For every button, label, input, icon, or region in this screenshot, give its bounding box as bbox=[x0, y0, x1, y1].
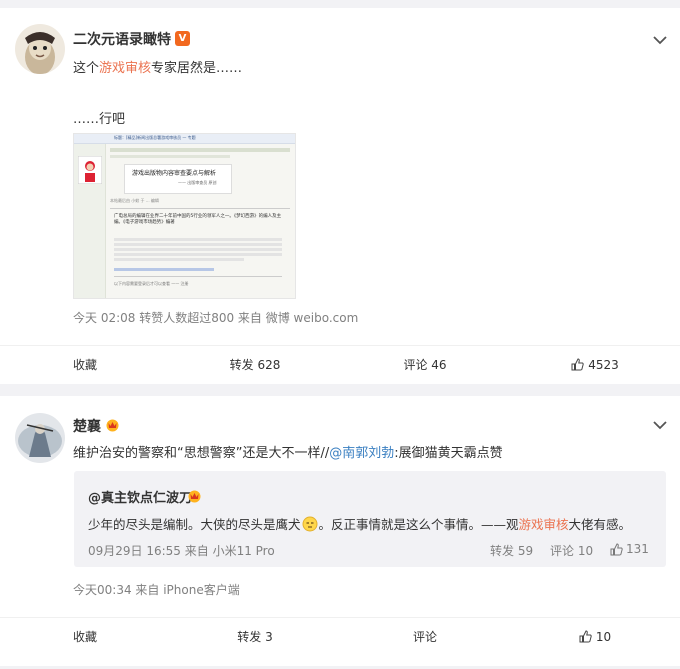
collect-button[interactable]: 收藏 bbox=[0, 618, 170, 655]
username[interactable]: 二次元语录瞰特 bbox=[73, 29, 171, 49]
repost-button[interactable]: 转发 3 bbox=[170, 618, 340, 655]
chevron-down-icon[interactable] bbox=[653, 420, 667, 430]
topic-link[interactable]: 游戏审核 bbox=[99, 61, 151, 76]
post-text-line2: ……行吧 bbox=[73, 112, 126, 127]
post-text-line1: 这个游戏审核专家居然是…… bbox=[73, 61, 243, 76]
weibo-post-2: 楚襄 维护治安的警察和“思想警察”还是大不一样//@南郭刘勃:展御猫黄天霸点赞 … bbox=[0, 396, 680, 666]
weibo-post-1: 二次元语录瞰特 V 这个游戏审核专家居然是…… ……行吧 标题：[精品]新闻出版… bbox=[0, 8, 680, 384]
repost-like-count: 131 bbox=[626, 542, 649, 556]
repost-username[interactable]: @真主钦点仁波刀 bbox=[88, 487, 192, 506]
comment-label: 评论 46 bbox=[403, 358, 447, 372]
crown-icon bbox=[106, 419, 119, 432]
emoji-icon bbox=[302, 516, 318, 532]
user-figure-icon bbox=[78, 156, 102, 184]
like-count: 10 bbox=[595, 629, 612, 644]
post-meta: 今天 02:08 转赞人数超过800 来自 微博 weibo.com bbox=[73, 311, 359, 325]
thumb-bullet: 广电总局的编辑在业界二十年前中国的5行业的领军人之一。《梦幻西游》的编人及主编。… bbox=[114, 214, 282, 225]
like-button[interactable]: 10 bbox=[510, 618, 680, 655]
comment-button[interactable]: 评论 46 bbox=[340, 346, 510, 383]
collect-label: 收藏 bbox=[72, 358, 97, 372]
like-button[interactable]: 4523 bbox=[510, 346, 680, 383]
crown-icon bbox=[188, 490, 201, 503]
repost-button[interactable]: 转发 628 bbox=[170, 346, 340, 383]
comment-button[interactable]: 评论 bbox=[340, 618, 510, 655]
thumb-footer: 以下内容需要登录后才可以查看 —— 注册 bbox=[114, 281, 189, 286]
post-text: 维护治安的警察和“思想警察”还是大不一样//@南郭刘勃:展御猫黄天霸点赞 bbox=[73, 446, 503, 461]
like-icon bbox=[571, 358, 584, 371]
collect-button[interactable]: 收藏 bbox=[0, 346, 170, 383]
avatar[interactable] bbox=[15, 24, 65, 74]
repost-repost-count[interactable]: 转发 59 bbox=[490, 542, 533, 559]
topic-link[interactable]: 游戏审核 bbox=[519, 517, 569, 532]
mention-link[interactable]: @南郭刘勃 bbox=[329, 446, 394, 461]
like-icon[interactable] bbox=[610, 543, 623, 556]
like-icon bbox=[579, 630, 592, 643]
thumb-line-a: 本帖最后由 小蚊 于 ... 编辑 bbox=[110, 198, 159, 203]
action-bar: 收藏 转发 3 评论 10 bbox=[0, 617, 680, 655]
collect-label: 收藏 bbox=[72, 630, 97, 644]
thumb-subtitle: —— 出版审查员 原创 bbox=[178, 180, 217, 185]
comment-label: 评论 bbox=[412, 630, 437, 644]
action-bar: 收藏 转发 628 评论 46 4523 bbox=[0, 345, 680, 383]
repost-label: 转发 628 bbox=[229, 358, 281, 372]
username[interactable]: 楚襄 bbox=[73, 416, 101, 436]
repost-comment-count[interactable]: 评论 10 bbox=[550, 542, 593, 559]
repost-label: 转发 3 bbox=[237, 630, 273, 644]
thumb-header: 标题：[精品]新闻出版总署游戏审核员 — 专题 bbox=[114, 135, 196, 140]
avatar[interactable] bbox=[15, 413, 65, 463]
chevron-down-icon[interactable] bbox=[653, 35, 667, 45]
post-image[interactable]: 标题：[精品]新闻出版总署游戏审核员 — 专题 游戏出版物内容审查要点与解析 —… bbox=[73, 133, 296, 299]
reposted-post[interactable]: @真主钦点仁波刀 少年的尽头是编制。大侠的尽头是鹰犬 。反正事情就是这么个事情。… bbox=[74, 471, 666, 567]
like-count: 4523 bbox=[588, 357, 619, 372]
repost-meta: 09月29日 16:55 来自 小米11 Pro bbox=[88, 544, 275, 558]
repost-text: 少年的尽头是编制。大侠的尽头是鹰犬 。反正事情就是这么个事情。——观游戏审核大佬… bbox=[88, 516, 632, 532]
post-meta: 今天00:34 来自 iPhone客户端 bbox=[73, 583, 240, 597]
verified-icon: V bbox=[175, 31, 190, 46]
thumb-title: 游戏出版物内容审查要点与解析 bbox=[132, 170, 217, 177]
